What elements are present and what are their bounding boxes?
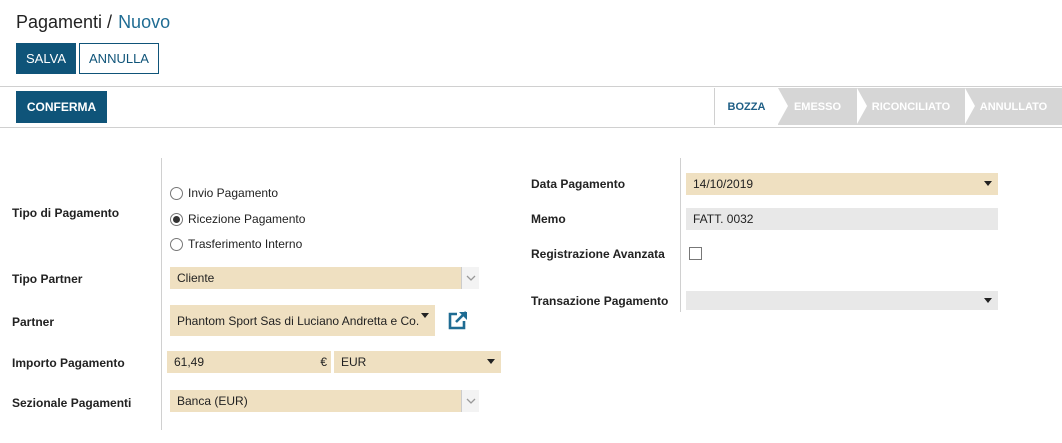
payment-date-value: 14/10/2019 bbox=[693, 177, 754, 191]
radio-button[interactable] bbox=[170, 237, 183, 251]
radio-button[interactable] bbox=[170, 186, 183, 200]
advanced-registration-checkbox[interactable] bbox=[689, 247, 702, 260]
radio-label: Invio Pagamento bbox=[188, 186, 279, 200]
radio-trasferimento-interno[interactable]: Trasferimento Interno bbox=[170, 237, 302, 251]
payment-transaction-label: Transazione Pagamento bbox=[531, 294, 669, 308]
currency-select[interactable]: EUR bbox=[334, 351, 501, 373]
partner-value: Phantom Sport Sas di Luciano Andretta e … bbox=[177, 313, 420, 328]
confirm-button[interactable]: CONFERMA bbox=[16, 91, 107, 123]
status-stage-bozza[interactable]: BOZZA bbox=[714, 88, 778, 125]
status-stage-riconciliato[interactable]: RICONCILIATO bbox=[857, 88, 965, 125]
radio-invio-pagamento[interactable]: Invio Pagamento bbox=[170, 186, 278, 200]
status-stage-emesso[interactable]: EMESSO bbox=[778, 88, 857, 125]
status-bar: BOZZA EMESSO RICONCILIATO ANNULLATO bbox=[714, 88, 1062, 125]
memo-value: FATT. 0032 bbox=[693, 212, 754, 226]
amount-value: 61,49 bbox=[174, 355, 205, 369]
partner-field[interactable]: Phantom Sport Sas di Luciano Andretta e … bbox=[170, 305, 435, 336]
status-stage-annullato[interactable]: ANNULLATO bbox=[965, 88, 1062, 125]
radio-button[interactable] bbox=[170, 212, 183, 226]
radio-ricezione-pagamento[interactable]: Ricezione Pagamento bbox=[170, 212, 305, 226]
caret-down-icon[interactable] bbox=[487, 359, 495, 364]
cancel-button[interactable]: ANNULLA bbox=[79, 43, 159, 74]
caret-down-icon[interactable] bbox=[984, 181, 992, 186]
chevron-down-icon[interactable] bbox=[461, 390, 479, 412]
payment-transaction-select[interactable] bbox=[686, 291, 998, 310]
advanced-registration-label: Registrazione Avanzata bbox=[531, 247, 665, 261]
payment-date-label: Data Pagamento bbox=[531, 177, 626, 191]
column-separator bbox=[680, 158, 681, 312]
journal-select[interactable]: Banca (EUR) bbox=[170, 390, 479, 412]
radio-label: Ricezione Pagamento bbox=[188, 212, 306, 226]
column-separator bbox=[161, 158, 162, 430]
partner-type-value: Cliente bbox=[177, 271, 215, 285]
divider bbox=[0, 127, 1062, 128]
currency-value: EUR bbox=[341, 355, 367, 369]
partner-type-label: Tipo Partner bbox=[12, 272, 83, 286]
amount-input[interactable]: 61,49 € bbox=[167, 351, 331, 373]
breadcrumb-current: Nuovo bbox=[118, 12, 171, 32]
amount-label: Importo Pagamento bbox=[12, 356, 125, 370]
journal-label: Sezionale Pagamenti bbox=[12, 396, 132, 410]
chevron-down-icon[interactable] bbox=[461, 267, 479, 289]
journal-value: Banca (EUR) bbox=[177, 394, 248, 408]
partner-label: Partner bbox=[12, 315, 55, 329]
save-button[interactable]: SALVA bbox=[16, 43, 76, 74]
payment-type-label: Tipo di Pagamento bbox=[12, 206, 120, 220]
breadcrumb-parent[interactable]: Pagamenti / bbox=[16, 12, 112, 32]
breadcrumb: Pagamenti / Nuovo bbox=[16, 12, 170, 33]
memo-input[interactable]: FATT. 0032 bbox=[686, 208, 998, 230]
caret-down-icon[interactable] bbox=[421, 313, 429, 318]
caret-down-icon[interactable] bbox=[984, 298, 992, 303]
payment-date-input[interactable]: 14/10/2019 bbox=[686, 173, 998, 195]
partner-type-select[interactable]: Cliente bbox=[170, 267, 479, 289]
external-link-icon[interactable] bbox=[447, 311, 469, 331]
divider bbox=[0, 86, 1062, 87]
radio-label: Trasferimento Interno bbox=[188, 237, 303, 251]
currency-symbol: € bbox=[320, 355, 327, 369]
memo-label: Memo bbox=[531, 212, 566, 226]
